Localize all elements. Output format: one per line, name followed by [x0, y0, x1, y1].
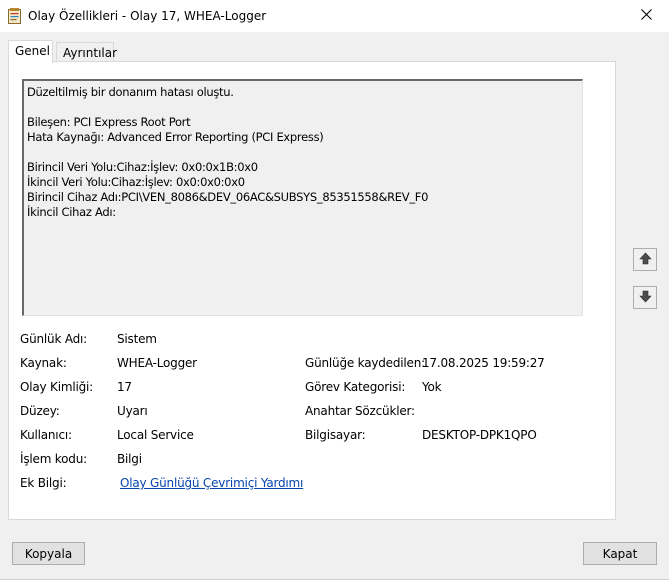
logged-value: 17.08.2025 19:59:27 — [422, 356, 545, 370]
level-value: Uyarı — [117, 404, 148, 418]
background-window-strip — [0, 579, 669, 584]
computer-value: DESKTOP-DPK1QPO — [422, 428, 537, 442]
user-label: Kullanıcı: — [20, 428, 72, 442]
log-name-value: Sistem — [117, 332, 157, 346]
arrow-down-icon — [638, 290, 652, 306]
arrow-up-icon — [638, 252, 652, 268]
event-id-label: Olay Kimliği: — [20, 380, 94, 394]
source-label: Kaynak: — [20, 356, 67, 370]
keywords-label: Anahtar Sözcükler: — [305, 404, 415, 418]
tab-general[interactable]: Genel — [8, 40, 53, 63]
computer-label: Bilgisayar: — [305, 428, 366, 442]
logged-label: Günlüğe kaydedilen: — [305, 356, 425, 370]
copy-button[interactable]: Kopyala — [12, 542, 85, 565]
user-value: Local Service — [117, 428, 194, 442]
task-category-value: Yok — [422, 380, 442, 394]
source-value: WHEA-Logger — [117, 356, 197, 370]
window-title: Olay Özellikleri - Olay 17, WHEA-Logger — [28, 9, 267, 23]
close-window-button[interactable] — [623, 0, 669, 32]
close-icon — [640, 9, 652, 23]
level-label: Düzey: — [20, 404, 60, 418]
opcode-value: Bilgi — [117, 452, 142, 466]
event-id-value: 17 — [117, 380, 132, 394]
more-info-label: Ek Bilgi: — [20, 476, 67, 490]
close-button[interactable]: Kapat — [583, 542, 657, 565]
title-bar: Olay Özellikleri - Olay 17, WHEA-Logger — [0, 0, 669, 32]
previous-event-button[interactable] — [633, 248, 657, 271]
next-event-button[interactable] — [633, 286, 657, 309]
tab-details[interactable]: Ayrıntılar — [56, 42, 117, 62]
log-name-label: Günlük Adı: — [20, 332, 88, 346]
opcode-label: İşlem kodu: — [20, 452, 87, 466]
task-category-label: Görev Kategorisi: — [305, 380, 406, 394]
online-help-link[interactable]: Olay Günlüğü Çevrimiçi Yardımı — [120, 476, 303, 490]
event-description[interactable]: Düzeltilmiş bir donanım hatası oluştu. B… — [22, 79, 583, 316]
general-tab-panel: Düzeltilmiş bir donanım hatası oluştu. B… — [8, 61, 616, 520]
event-properties-window: Olay Özellikleri - Olay 17, WHEA-Logger … — [0, 0, 669, 580]
event-viewer-icon — [8, 8, 22, 24]
